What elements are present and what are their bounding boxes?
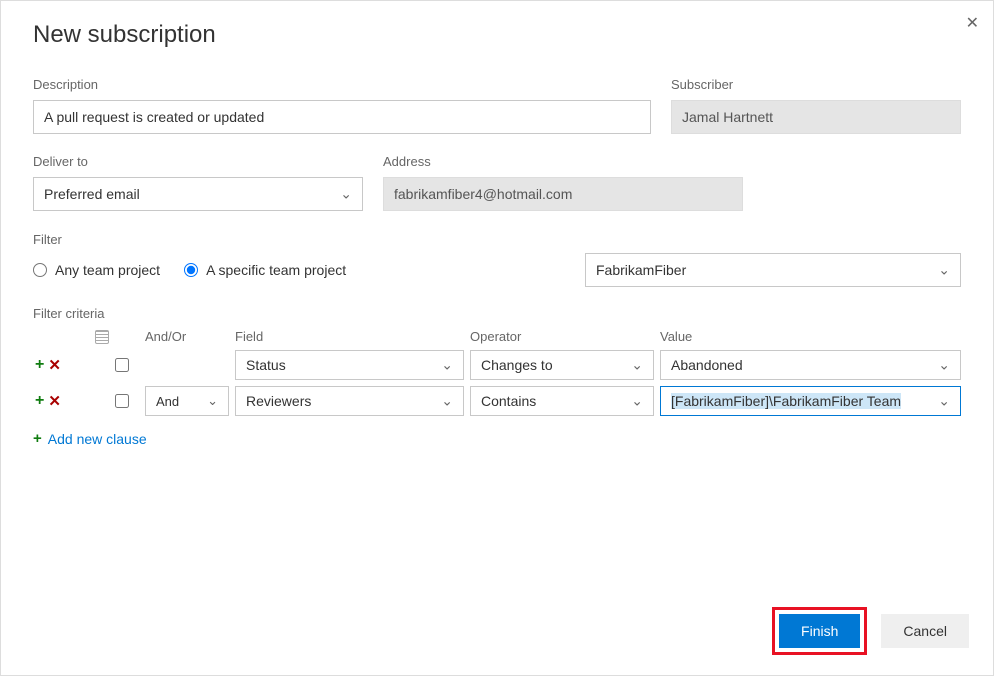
filter-label: Filter — [33, 232, 62, 247]
clause-checkbox[interactable] — [115, 394, 129, 408]
header-andor: And/Or — [145, 329, 235, 344]
radio-specific-project[interactable]: A specific team project — [184, 262, 346, 278]
chevron-down-icon: ⌄ — [441, 393, 453, 410]
clause-operator-select[interactable]: Contains⌄ — [470, 386, 654, 416]
chevron-down-icon: ⌄ — [207, 393, 218, 409]
add-clause-icon[interactable]: + — [35, 356, 44, 374]
clause-field-select[interactable]: Reviewers⌄ — [235, 386, 464, 416]
add-new-clause-link[interactable]: + Add new clause — [33, 430, 961, 447]
deliverto-select[interactable]: Preferred email ⌄ — [33, 177, 363, 211]
clause-row: + ✕ Status⌄ Changes to⌄ Abandoned⌄ — [33, 350, 961, 380]
dialog-title: New subscription — [33, 21, 961, 49]
chevron-down-icon: ⌄ — [938, 262, 950, 279]
remove-clause-icon[interactable]: ✕ — [48, 392, 61, 410]
clause-andor-select[interactable]: And⌄ — [145, 386, 229, 416]
plus-icon: + — [33, 430, 42, 447]
tutorial-highlight: Finish — [772, 607, 867, 655]
address-field: fabrikamfiber4@hotmail.com — [383, 177, 743, 211]
clause-operator-select[interactable]: Changes to⌄ — [470, 350, 654, 380]
group-icon[interactable] — [95, 330, 109, 344]
address-label: Address — [383, 154, 743, 169]
subscriber-field: Jamal Hartnett — [671, 100, 961, 134]
chevron-down-icon: ⌄ — [938, 393, 950, 410]
header-value: Value — [660, 329, 961, 344]
close-icon[interactable]: ✕ — [966, 13, 979, 33]
filter-criteria-label: Filter criteria — [33, 306, 105, 321]
clause-checkbox[interactable] — [115, 358, 129, 372]
remove-clause-icon[interactable]: ✕ — [48, 356, 61, 374]
chevron-down-icon: ⌄ — [631, 357, 643, 374]
add-clause-icon[interactable]: + — [35, 392, 44, 410]
finish-button[interactable]: Finish — [779, 614, 860, 648]
chevron-down-icon: ⌄ — [441, 357, 453, 374]
clause-value-select[interactable]: Abandoned⌄ — [660, 350, 961, 380]
chevron-down-icon: ⌄ — [340, 186, 352, 203]
chevron-down-icon: ⌄ — [631, 393, 643, 410]
clause-value-select[interactable]: [FabrikamFiber]\FabrikamFiber Team⌄ — [660, 386, 961, 416]
description-input[interactable]: A pull request is created or updated — [33, 100, 651, 134]
subscriber-label: Subscriber — [671, 77, 961, 92]
project-select[interactable]: FabrikamFiber ⌄ — [585, 253, 961, 287]
clause-row: + ✕ And⌄ Reviewers⌄ Contains⌄ [FabrikamF… — [33, 386, 961, 416]
radio-any-project[interactable]: Any team project — [33, 262, 160, 278]
description-label: Description — [33, 77, 651, 92]
cancel-button[interactable]: Cancel — [881, 614, 969, 648]
header-field: Field — [235, 329, 470, 344]
deliverto-label: Deliver to — [33, 154, 363, 169]
clause-field-select[interactable]: Status⌄ — [235, 350, 464, 380]
header-operator: Operator — [470, 329, 660, 344]
chevron-down-icon: ⌄ — [938, 357, 950, 374]
